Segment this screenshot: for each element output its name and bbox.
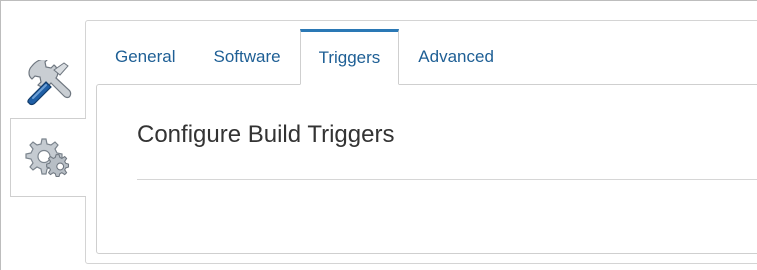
gears-icon — [24, 137, 69, 177]
title-divider — [137, 179, 757, 180]
tab-software[interactable]: Software — [194, 29, 299, 85]
tab-software-label: Software — [213, 47, 281, 66]
tools-icon — [27, 60, 72, 106]
page-title: Configure Build Triggers — [137, 121, 395, 148]
tab-advanced[interactable]: Advanced — [399, 29, 513, 85]
tab-general[interactable]: General — [96, 29, 194, 85]
tab-triggers-label: Triggers — [318, 48, 381, 67]
side-tab-tools[interactable] — [10, 49, 86, 117]
tab-bar: General Software Triggers Advanced — [96, 29, 513, 85]
tab-triggers[interactable]: Triggers — [299, 29, 400, 85]
app-frame: General Software Triggers Advanced Confi… — [0, 0, 757, 270]
tab-content: Configure Build Triggers — [96, 84, 757, 254]
settings-panel: General Software Triggers Advanced Confi… — [85, 20, 757, 264]
tab-general-label: General — [115, 47, 176, 66]
side-tab-settings[interactable] — [10, 118, 86, 197]
tab-advanced-label: Advanced — [418, 47, 494, 66]
